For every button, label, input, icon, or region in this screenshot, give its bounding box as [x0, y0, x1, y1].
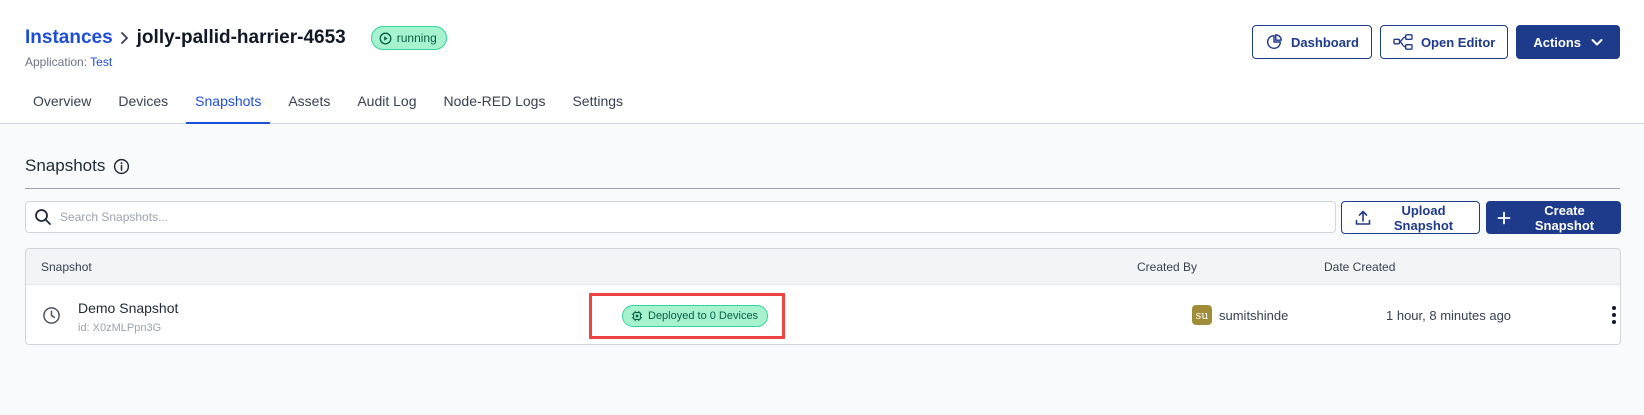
clock-icon: [42, 306, 61, 325]
column-header-snapshot[interactable]: Snapshot: [41, 260, 92, 274]
tab-snapshots[interactable]: Snapshots: [186, 86, 271, 125]
section-divider: [25, 188, 1620, 189]
tab-settings[interactable]: Settings: [563, 86, 632, 124]
breadcrumb-instances-link[interactable]: Instances: [25, 27, 113, 49]
breadcrumb: Instances jolly-pallid-harrier-4653 runn…: [25, 26, 447, 50]
open-editor-button[interactable]: Open Editor: [1379, 25, 1509, 59]
chevron-right-icon: [119, 31, 131, 45]
column-header-date-created[interactable]: Date Created: [1324, 260, 1395, 274]
kebab-menu-icon[interactable]: [1609, 304, 1619, 326]
status-badge: running: [370, 26, 447, 50]
page-title: jolly-pallid-harrier-4653: [136, 27, 346, 48]
search-input[interactable]: [60, 210, 1260, 224]
tab-devices[interactable]: Devices: [109, 86, 177, 124]
date-created: 1 hour, 8 minutes ago: [1386, 308, 1512, 323]
chevron-down-icon: [1591, 37, 1603, 47]
tab-bar: Overview Devices Snapshots Assets Audit …: [24, 86, 641, 125]
info-circle-icon[interactable]: [113, 158, 130, 175]
tab-overview[interactable]: Overview: [24, 86, 100, 124]
table-header: Snapshot Created By Date Created: [26, 249, 1620, 285]
header-actions: Dashboard Open Editor Actions: [1252, 25, 1620, 59]
column-header-created-by[interactable]: Created By: [1137, 260, 1197, 274]
create-snapshot-button[interactable]: Create Snapshot: [1486, 201, 1621, 234]
dashboard-button[interactable]: Dashboard: [1252, 25, 1372, 59]
tab-node-red-logs[interactable]: Node-RED Logs: [435, 86, 555, 124]
open-editor-button-label: Open Editor: [1420, 34, 1496, 50]
table-row[interactable]: Demo Snapshot id: X0zMLPpn3G Deployed to…: [26, 285, 1620, 344]
section-heading: Snapshots: [25, 156, 130, 176]
section-title: Snapshots: [25, 156, 106, 175]
upload-icon: [1354, 209, 1372, 227]
application-label: Application:: [25, 55, 88, 69]
upload-snapshot-button[interactable]: Upload Snapshot: [1341, 201, 1480, 234]
deployed-label: Deployed to 0 Devices: [648, 310, 759, 322]
status-label: running: [396, 31, 437, 45]
tab-audit-log[interactable]: Audit Log: [348, 86, 425, 124]
node-flow-icon: [1393, 33, 1413, 51]
search-icon: [34, 208, 52, 226]
created-by: sumitshinde: [1219, 308, 1289, 323]
snapshot-id: id: X0zMLPpn3G: [78, 322, 162, 334]
dashboard-button-label: Dashboard: [1291, 34, 1359, 50]
deployed-devices-badge: Deployed to 0 Devices: [622, 305, 769, 327]
plus-icon: [1497, 211, 1511, 225]
chart-pie-icon: [1265, 33, 1283, 51]
application-link[interactable]: Test: [90, 55, 112, 69]
create-snapshot-label: Create Snapshot: [1534, 202, 1595, 233]
avatar: su: [1192, 305, 1212, 325]
snapshot-info: Demo Snapshot id: X0zMLPpn3G: [78, 300, 178, 334]
instance-header: Instances jolly-pallid-harrier-4653 runn…: [0, 0, 1644, 125]
snapshots-table: Snapshot Created By Date Created Demo Sn…: [25, 248, 1621, 345]
chip-icon: [631, 310, 643, 322]
actions-button-label: Actions: [1533, 34, 1581, 50]
snapshot-name: Demo Snapshot: [78, 300, 179, 316]
actions-button[interactable]: Actions: [1516, 25, 1620, 59]
search-box[interactable]: [25, 201, 1336, 233]
tab-assets[interactable]: Assets: [279, 86, 339, 124]
application-line: Application: Test: [25, 55, 112, 69]
play-circle-icon: [379, 32, 392, 45]
snapshots-content: Snapshots Upload Snapshot Create Snapsho…: [0, 124, 1644, 415]
upload-snapshot-label: Upload Snapshot: [1393, 202, 1454, 233]
